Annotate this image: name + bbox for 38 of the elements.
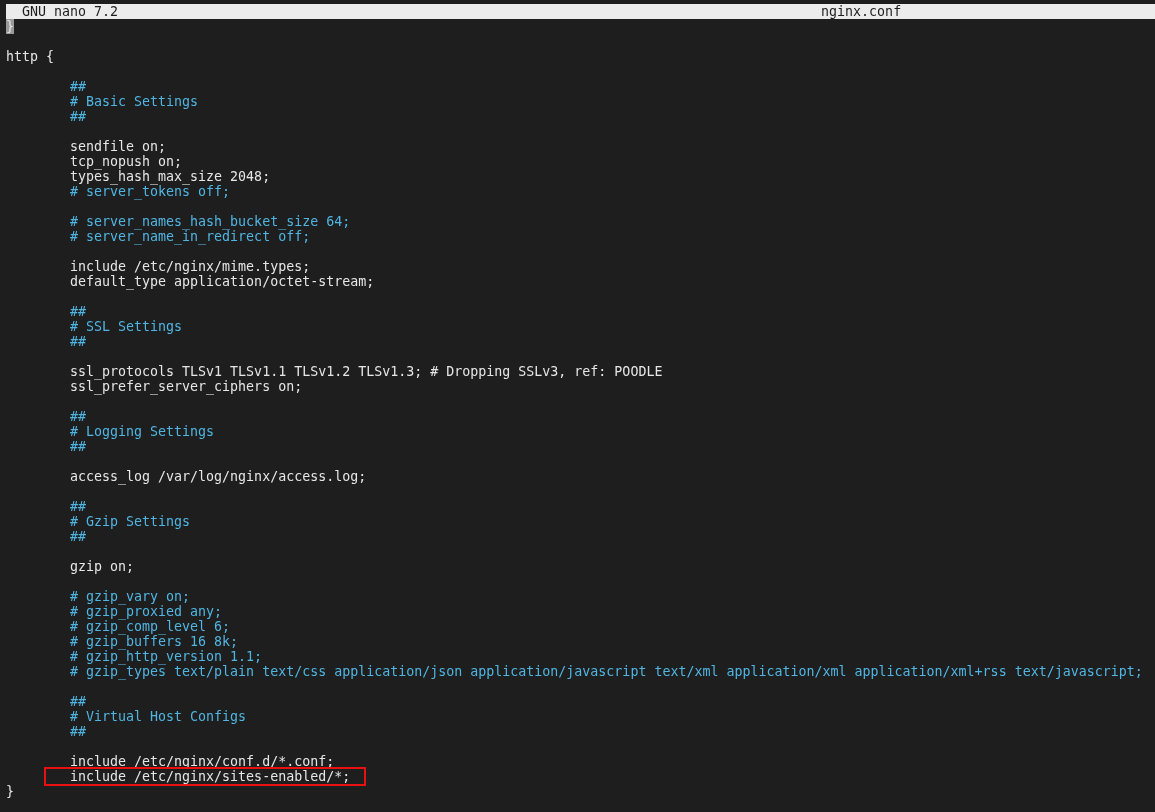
comment-line: # Gzip Settings <box>70 514 191 529</box>
code-line: gzip on; <box>70 559 135 574</box>
code-line: ssl_prefer_server_ciphers on; <box>70 379 303 394</box>
comment-line: ## <box>70 334 86 349</box>
comment-line: # server_tokens off; <box>70 184 231 199</box>
comment-line: # server_name_in_redirect off; <box>70 229 311 244</box>
comment-line: ## <box>70 304 86 319</box>
comment-line: # gzip_buffers 16 8k; <box>70 634 239 649</box>
comment-line: ## <box>70 694 86 709</box>
comment-line: # gzip_proxied any; <box>70 604 223 619</box>
comment-line: # SSL Settings <box>70 319 183 334</box>
comment-line: ## <box>70 409 86 424</box>
comment-line: ## <box>70 109 86 124</box>
app-version: GNU nano 7.2 <box>22 4 119 19</box>
code-line: http { <box>6 49 55 64</box>
code-line: } <box>6 784 14 799</box>
code-line: include /etc/nginx/mime.types; <box>70 259 311 274</box>
comment-line: # Logging Settings <box>70 424 215 439</box>
code-line: types_hash_max_size 2048; <box>70 169 271 184</box>
comment-line: # server_names_hash_bucket_size 64; <box>70 214 351 229</box>
comment-line: # gzip_types text/plain text/css application/json application/javascript text/xml application/xml application/xml+rss text/javascript; <box>70 664 1143 679</box>
code-line: include /etc/nginx/conf.d/*.conf; <box>70 754 335 769</box>
comment-line: ## <box>70 439 86 454</box>
comment-line: ## <box>70 724 86 739</box>
code-line: tcp_nopush on; <box>70 154 183 169</box>
comment-line: ## <box>70 79 86 94</box>
code-line: default_type application/octet-stream; <box>70 274 375 289</box>
comment-line: # gzip_comp_level 6; <box>70 619 231 634</box>
file-name: nginx.conf <box>821 4 902 19</box>
comment-line: ## <box>70 529 86 544</box>
comment-line: # gzip_http_version 1.1; <box>70 649 263 664</box>
code-line: sendfile on; <box>70 139 167 154</box>
comment-line: # Virtual Host Configs <box>70 709 247 724</box>
comment-line: # gzip_vary on; <box>70 589 191 604</box>
comment-line: # Basic Settings <box>70 94 199 109</box>
comment-line: ## <box>70 499 86 514</box>
code-line: ssl_protocols TLSv1 TLSv1.1 TLSv1.2 TLSv1.3; # Dropping SSLv3, ref: POODLE <box>70 364 663 379</box>
code-line: access_log /var/log/nginx/access.log; <box>70 469 367 484</box>
